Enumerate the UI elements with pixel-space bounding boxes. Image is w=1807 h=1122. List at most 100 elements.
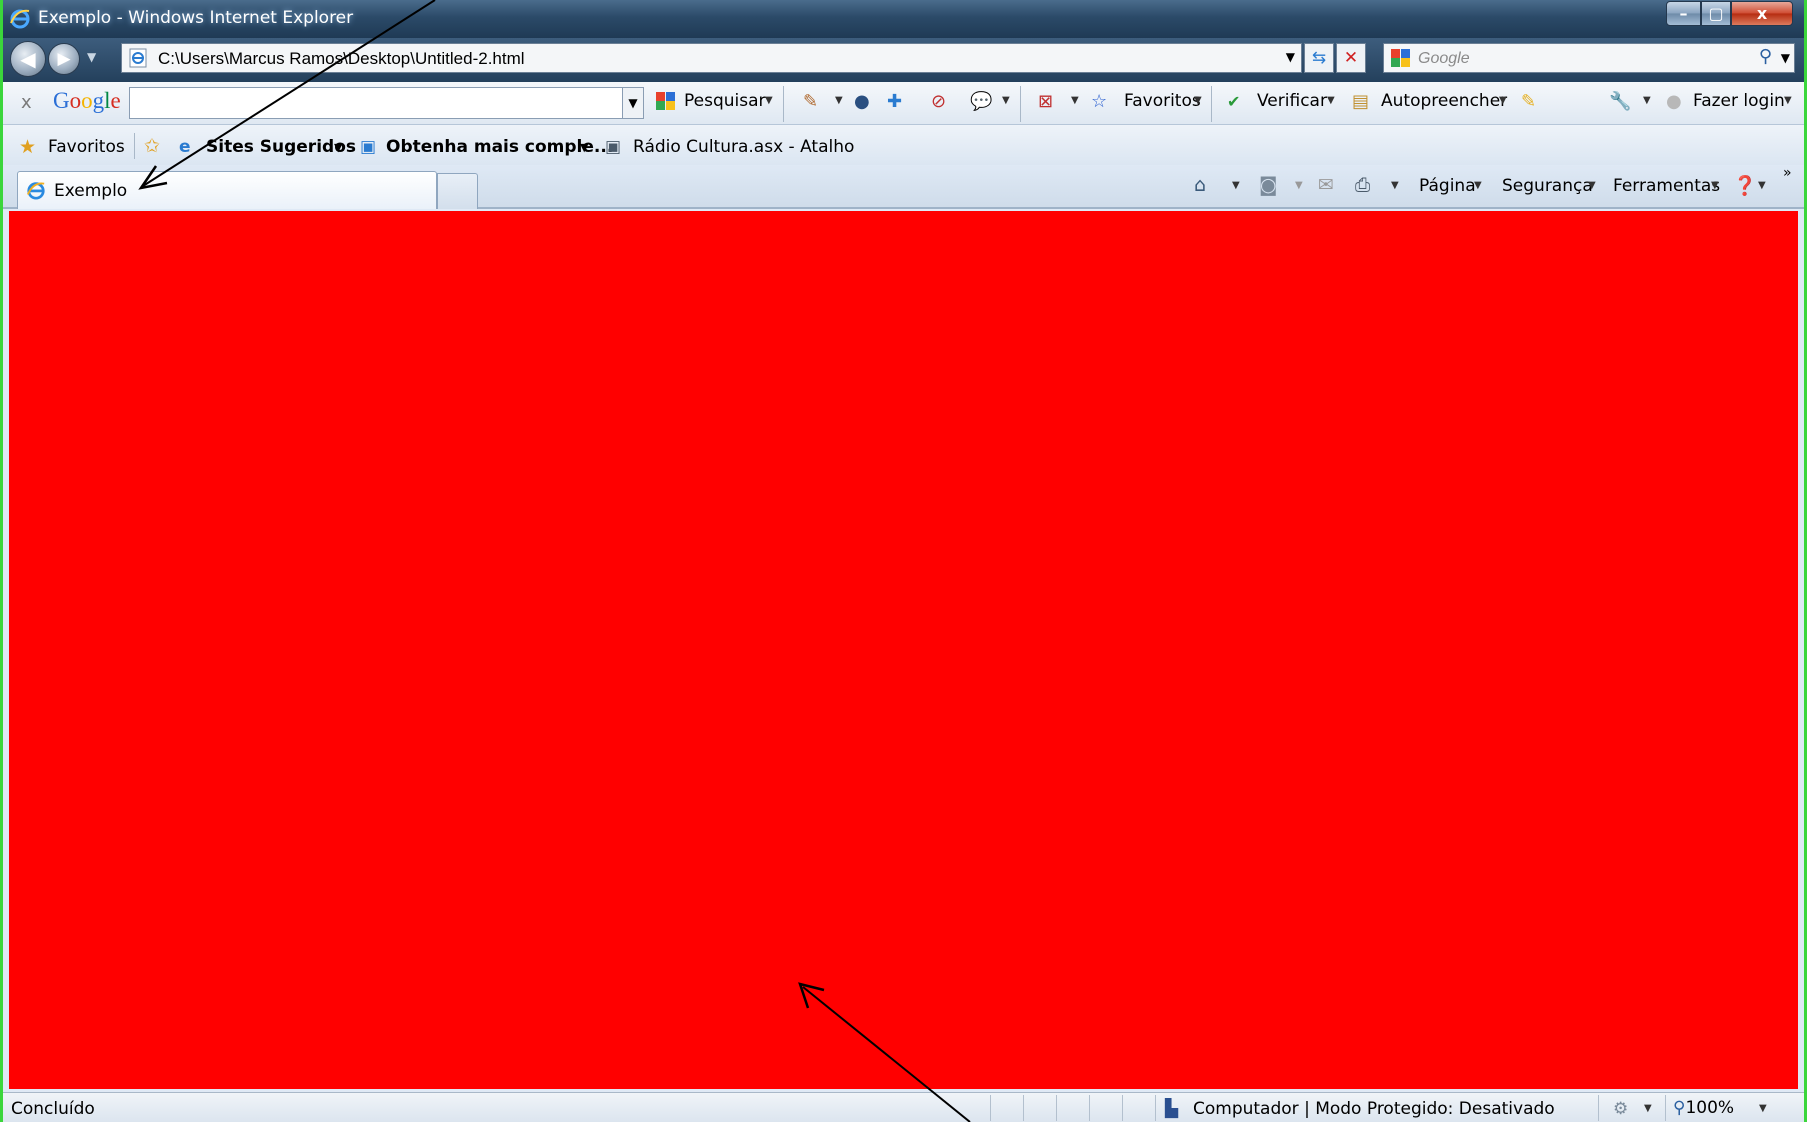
ie-logo-icon (9, 7, 31, 34)
google-search-icon (1390, 48, 1412, 73)
popup-blocker-dropdown-icon[interactable]: ▼ (1071, 95, 1079, 106)
google-search-input[interactable] (129, 87, 626, 119)
help-icon[interactable]: ❓ (1733, 174, 1757, 197)
verificar-button[interactable]: Verificar (1257, 91, 1327, 111)
zone-text[interactable]: Computador | Modo Protegido: Desativado (1193, 1099, 1555, 1119)
history-dropdown-icon[interactable]: ▼ (87, 50, 96, 64)
radio-cultura-link[interactable]: Rádio Cultura.asx - Atalho (633, 137, 854, 157)
add-favorites-icon[interactable]: ✩ (144, 135, 160, 157)
toolbar-separator (1020, 86, 1021, 122)
obtenha-dropdown-icon[interactable]: ▼ (580, 141, 588, 154)
address-bar[interactable]: C:\Users\Marcus Ramos\Desktop\Untitled-2… (121, 43, 1302, 73)
status-separator (1598, 1095, 1599, 1121)
search-placeholder: Google (1418, 50, 1470, 67)
close-button[interactable]: x (1731, 1, 1793, 26)
spellcheck-icon: ✔ (1227, 92, 1241, 111)
status-text: Concluído (11, 1099, 95, 1119)
login-dropdown-icon[interactable]: ▼ (1784, 95, 1792, 106)
google-logo: Google (53, 88, 121, 113)
ferramentas-dropdown-icon[interactable]: ▼ (1711, 180, 1719, 191)
maximize-button[interactable]: ▢ (1701, 1, 1731, 26)
tab-label: Exemplo (54, 181, 128, 201)
url-text[interactable]: C:\Users\Marcus Ramos\Desktop\Untitled-2… (158, 49, 525, 69)
toolbar-separator (783, 86, 784, 122)
magnifier-icon[interactable]: ⚲ (1759, 46, 1772, 67)
close-toolbar-icon[interactable]: x (21, 92, 32, 113)
favorites-separator (134, 133, 135, 159)
google-search-dropdown-icon[interactable]: ▼ (622, 87, 644, 119)
feeds-icon[interactable]: ◙ (1259, 174, 1277, 196)
favoritos-dropdown-icon[interactable]: ▼ (1194, 95, 1202, 106)
page-icon (129, 48, 147, 73)
search-options-dropdown-icon[interactable]: ▼ (1781, 51, 1790, 65)
home-icon[interactable]: ⌂ (1194, 174, 1206, 196)
translate-icon[interactable]: 💬 (970, 91, 992, 113)
stop-button[interactable]: ✕ (1336, 43, 1366, 73)
tab-row: Exemplo ⌂ ▼ ◙ ▼ ✉ ⎙ ▼ Página ▼ Segurança… (3, 165, 1804, 209)
pagina-menu[interactable]: Página (1419, 176, 1476, 196)
tab-exemplo[interactable]: Exemplo (17, 171, 437, 209)
fazer-login-button[interactable]: Fazer login (1693, 91, 1785, 111)
pesquisar-button[interactable]: Pesquisar (684, 91, 766, 111)
autofill-icon: ▤ (1352, 91, 1370, 112)
print-icon[interactable]: ⎙ (1355, 174, 1370, 196)
favorites-bar: ★ Favoritos ✩ e Sites Sugeridos ▼ ▣ Obte… (3, 125, 1804, 165)
status-separator (1122, 1095, 1123, 1121)
verificar-dropdown-icon[interactable]: ▼ (1327, 95, 1335, 106)
star-icon: ☆ (1091, 91, 1108, 112)
browser-window: Exemplo - Windows Internet Explorer – ▢ … (3, 0, 1804, 1122)
back-button[interactable]: ◀ (10, 41, 46, 77)
forward-button[interactable]: ▶ (48, 43, 80, 75)
status-separator (990, 1095, 991, 1121)
status-separator (1056, 1095, 1057, 1121)
computer-zone-icon: ▙ (1165, 1099, 1179, 1119)
refresh-button[interactable]: ⇆ (1304, 43, 1334, 73)
sidewiki-icon[interactable]: ● (854, 91, 870, 113)
zoom-value: 100% (1685, 1098, 1735, 1118)
url-dropdown-icon[interactable]: ▼ (1286, 50, 1295, 64)
autopreencher-button[interactable]: Autopreencher (1381, 91, 1507, 111)
window-title: Exemplo - Windows Internet Explorer (38, 8, 354, 28)
navigation-bar: ◀ ▶ ▼ C:\Users\Marcus Ramos\Desktop\Unti… (3, 38, 1804, 82)
google-toolbar: x Google ▼ Pesquisar ▼ ✎ ▼ ● ✚ ⊘ 💬 ▼ ⊠ ▼… (3, 82, 1804, 125)
favorites-star-icon: ★ (19, 136, 37, 158)
pagina-dropdown-icon[interactable]: ▼ (1474, 180, 1482, 191)
popup-blocker-icon[interactable]: ⊠ (1038, 91, 1053, 113)
seguranca-dropdown-icon[interactable]: ▼ (1588, 180, 1596, 191)
sites-sugeridos-dropdown-icon[interactable]: ▼ (334, 141, 342, 154)
feeds-dropdown-icon[interactable]: ▼ (1295, 180, 1303, 191)
print-dropdown-icon[interactable]: ▼ (1391, 180, 1399, 191)
more-commands-icon[interactable]: » (1783, 165, 1792, 181)
favoritos-button[interactable]: Favoritos (1124, 91, 1201, 111)
page-icon: ▣ (360, 137, 377, 157)
bookmarks-dropdown-icon[interactable]: ▼ (835, 95, 843, 106)
zoom-level[interactable]: ⚲100% (1673, 1098, 1734, 1118)
ferramentas-menu[interactable]: Ferramentas (1613, 176, 1720, 196)
settings-dropdown-icon[interactable]: ▼ (1643, 95, 1651, 106)
zoom-icon: ⚲ (1673, 1098, 1686, 1118)
status-separator (1089, 1095, 1090, 1121)
help-dropdown-icon[interactable]: ▼ (1758, 180, 1766, 191)
favoritos-button[interactable]: Favoritos (48, 137, 125, 157)
zoom-dropdown-icon[interactable]: ▼ (1759, 1103, 1767, 1114)
back-arrow-icon: ◀ (20, 47, 36, 71)
new-tab-button[interactable] (437, 173, 478, 209)
translate-dropdown-icon[interactable]: ▼ (1002, 95, 1010, 106)
toolbar-separator (1211, 86, 1212, 122)
shortcut-icon: ▣ (605, 137, 622, 157)
protected-mode-dropdown-icon[interactable]: ▼ (1644, 1103, 1652, 1114)
orkut-icon[interactable]: ⊘ (931, 91, 946, 113)
wrench-icon[interactable]: 🔧 (1609, 91, 1631, 113)
home-dropdown-icon[interactable]: ▼ (1232, 180, 1240, 191)
bookmarks-icon[interactable]: ✎ (803, 91, 818, 113)
protected-mode-icon[interactable]: ⚙ (1613, 1099, 1628, 1119)
mail-icon[interactable]: ✉ (1318, 174, 1334, 196)
share-icon[interactable]: ✚ (887, 91, 902, 113)
minimize-button[interactable]: – (1666, 1, 1701, 26)
pesquisar-dropdown-icon[interactable]: ▼ (765, 95, 773, 106)
title-bar: Exemplo - Windows Internet Explorer – ▢ … (3, 0, 1804, 38)
seguranca-menu[interactable]: Segurança (1502, 176, 1593, 196)
autopreencher-dropdown-icon[interactable]: ▼ (1499, 95, 1507, 106)
highlighter-icon[interactable]: ✎ (1521, 91, 1536, 113)
search-box[interactable]: Google ⚲ ▼ (1383, 43, 1795, 73)
